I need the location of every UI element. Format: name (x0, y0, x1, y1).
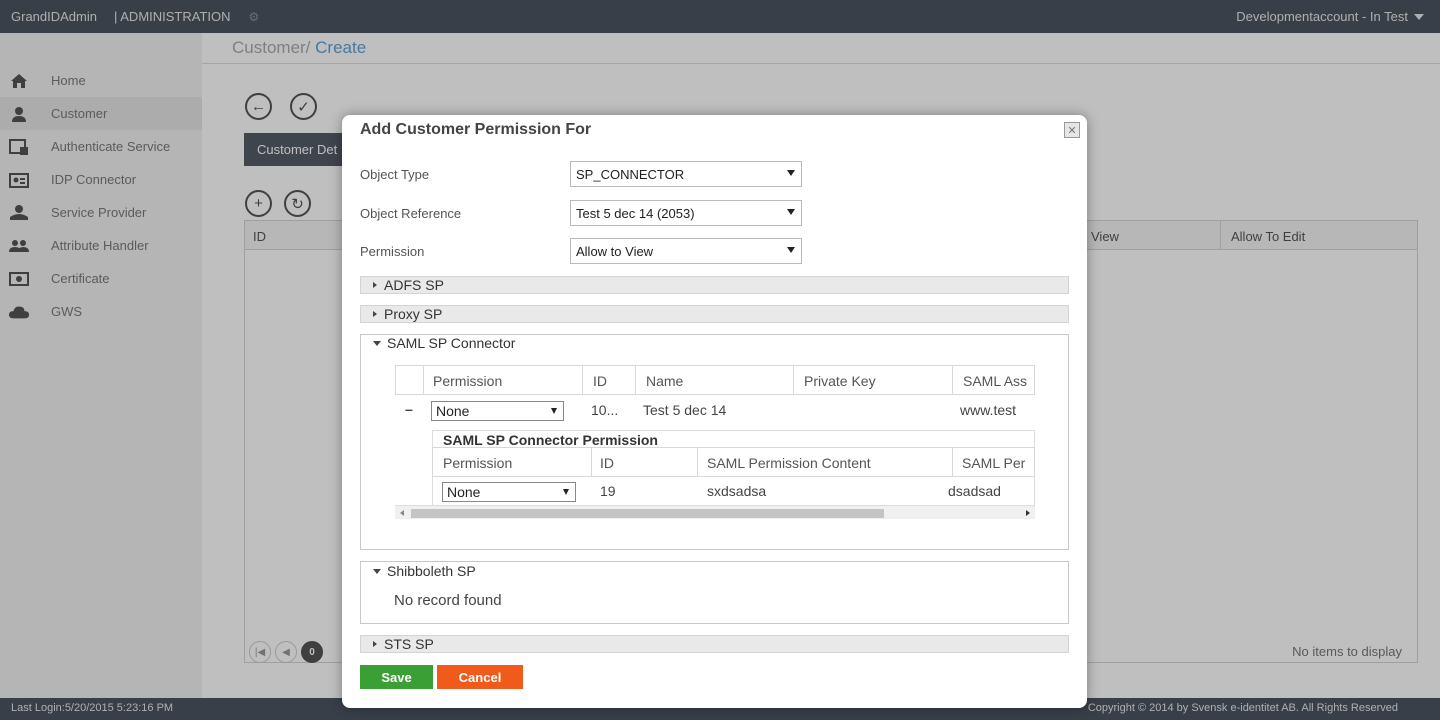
dialog-title: Add Customer Permission For (360, 121, 592, 138)
scrollbar-thumb[interactable] (411, 509, 884, 518)
row-id: 10... (591, 402, 619, 418)
expand-icon (373, 282, 377, 288)
sub-row-permission-value: None (447, 484, 481, 500)
column-divider (591, 448, 592, 476)
object-type-label: Object Type (360, 167, 430, 182)
sub-table-title: SAML SP Connector Permission (443, 432, 658, 448)
column-divider (423, 366, 424, 394)
column-header-saml-ass[interactable]: SAML Ass (963, 373, 1027, 389)
sub-table-header: Permission ID SAML Permission Content SA… (432, 447, 1035, 477)
row-name: Test 5 dec 14 (643, 402, 727, 418)
row-saml-ass: www.test (960, 402, 1017, 418)
panel-sts-sp[interactable]: STS SP (360, 635, 1069, 653)
object-type-value: SP_CONNECTOR (576, 166, 685, 182)
panel-title: STS SP (384, 636, 434, 652)
empty-state-text: No record found (394, 592, 502, 609)
panel-proxy-sp[interactable]: Proxy SP (360, 305, 1069, 323)
sub-column-header-content[interactable]: SAML Permission Content (707, 455, 871, 471)
row-collapse-toggle[interactable]: – (405, 401, 413, 417)
column-header-permission[interactable]: Permission (433, 373, 502, 389)
object-type-select[interactable]: SP_CONNECTOR (570, 161, 802, 187)
sub-column-header-permission[interactable]: Permission (443, 455, 512, 471)
scroll-right-icon[interactable] (1026, 510, 1030, 516)
chevron-down-icon (787, 170, 795, 176)
close-button[interactable]: ✕ (1064, 122, 1080, 138)
sub-row-content: sxdsadsa (707, 483, 767, 499)
panel-header[interactable]: SAML SP Connector (373, 335, 515, 351)
sub-row-saml-per: dsadsad (948, 483, 1001, 499)
column-header-private-key[interactable]: Private Key (804, 373, 876, 389)
save-button[interactable]: Save (360, 665, 433, 689)
column-divider (952, 366, 953, 394)
panel-title: ADFS SP (384, 277, 444, 293)
sub-row-permission-select[interactable]: None (442, 482, 576, 502)
object-reference-label: Object Reference (360, 206, 462, 221)
panel-header[interactable]: Shibboleth SP (373, 563, 476, 579)
column-divider (697, 448, 698, 476)
column-divider (582, 366, 583, 394)
column-divider (952, 448, 953, 476)
collapse-icon (373, 340, 381, 346)
panel-header[interactable]: ADFS SP (373, 277, 444, 293)
collapse-icon (373, 568, 381, 574)
column-divider (793, 366, 794, 394)
permission-value: Allow to View (576, 243, 654, 259)
row-permission-value: None (436, 403, 470, 419)
panel-shibboleth-sp: Shibboleth SP No record found (360, 561, 1069, 624)
expand-icon (373, 641, 377, 647)
panel-adfs-sp[interactable]: ADFS SP (360, 276, 1069, 294)
sub-column-header-saml-per[interactable]: SAML Per (962, 455, 1025, 471)
sub-table: SAML SP Connector Permission Permission … (432, 430, 1035, 506)
add-permission-dialog: Add Customer Permission For ✕ Object Typ… (342, 115, 1087, 708)
chevron-down-icon (787, 247, 795, 253)
panel-header[interactable]: Proxy SP (373, 306, 442, 322)
sub-column-header-id[interactable]: ID (600, 455, 614, 471)
chevron-down-icon (563, 489, 569, 495)
object-reference-select[interactable]: Test 5 dec 14 (2053) (570, 200, 802, 226)
chevron-down-icon (787, 209, 795, 215)
column-header-id[interactable]: ID (593, 373, 607, 389)
permission-label: Permission (360, 244, 425, 259)
close-icon: ✕ (1067, 124, 1077, 137)
panel-header[interactable]: STS SP (373, 636, 434, 652)
cancel-button[interactable]: Cancel (437, 665, 523, 689)
saml-table-header: Permission ID Name Private Key SAML Ass (395, 365, 1035, 395)
object-reference-value: Test 5 dec 14 (2053) (576, 205, 695, 221)
row-permission-select[interactable]: None (431, 401, 564, 421)
panel-saml-sp-connector: SAML SP Connector Permission ID Name Pri… (360, 334, 1069, 550)
panel-title: Shibboleth SP (387, 563, 476, 579)
sub-row-id: 19 (600, 483, 616, 499)
column-header-name[interactable]: Name (646, 373, 683, 389)
column-divider (635, 366, 636, 394)
horizontal-scrollbar[interactable] (395, 505, 1035, 519)
scroll-left-icon[interactable] (400, 510, 404, 516)
chevron-down-icon (551, 408, 557, 414)
panel-title: Proxy SP (384, 306, 443, 322)
panel-title: SAML SP Connector (387, 335, 516, 351)
permission-select[interactable]: Allow to View (570, 238, 802, 264)
expand-icon (373, 311, 377, 317)
